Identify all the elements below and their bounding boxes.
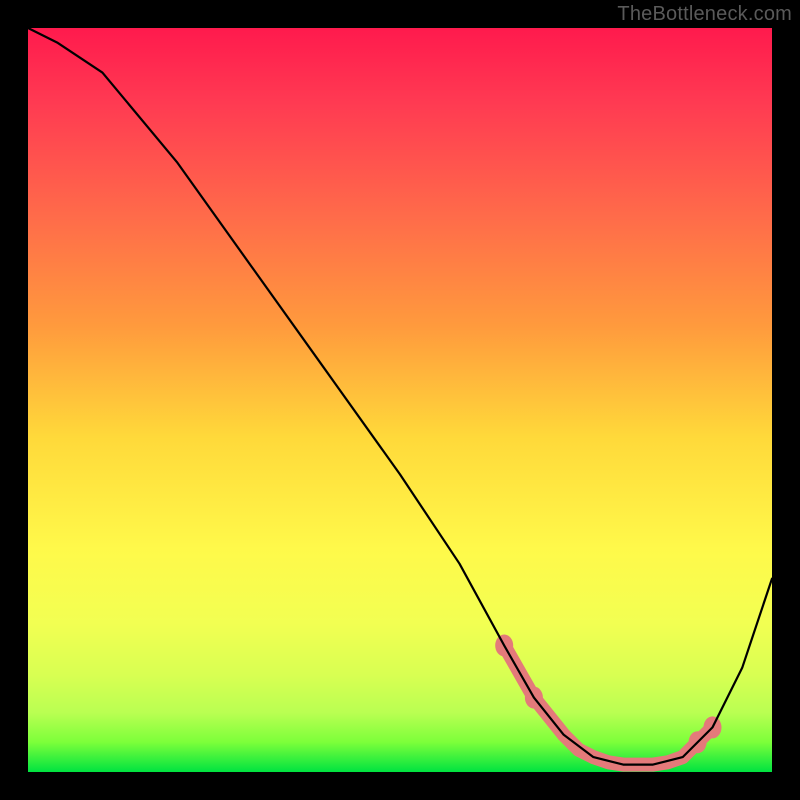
watermark-text: TheBottleneck.com	[617, 3, 792, 26]
bottleneck-curve-line	[28, 28, 772, 765]
marker-group	[495, 635, 721, 765]
chart-plot-area	[28, 28, 772, 772]
bottleneck-chart-svg	[28, 28, 772, 772]
